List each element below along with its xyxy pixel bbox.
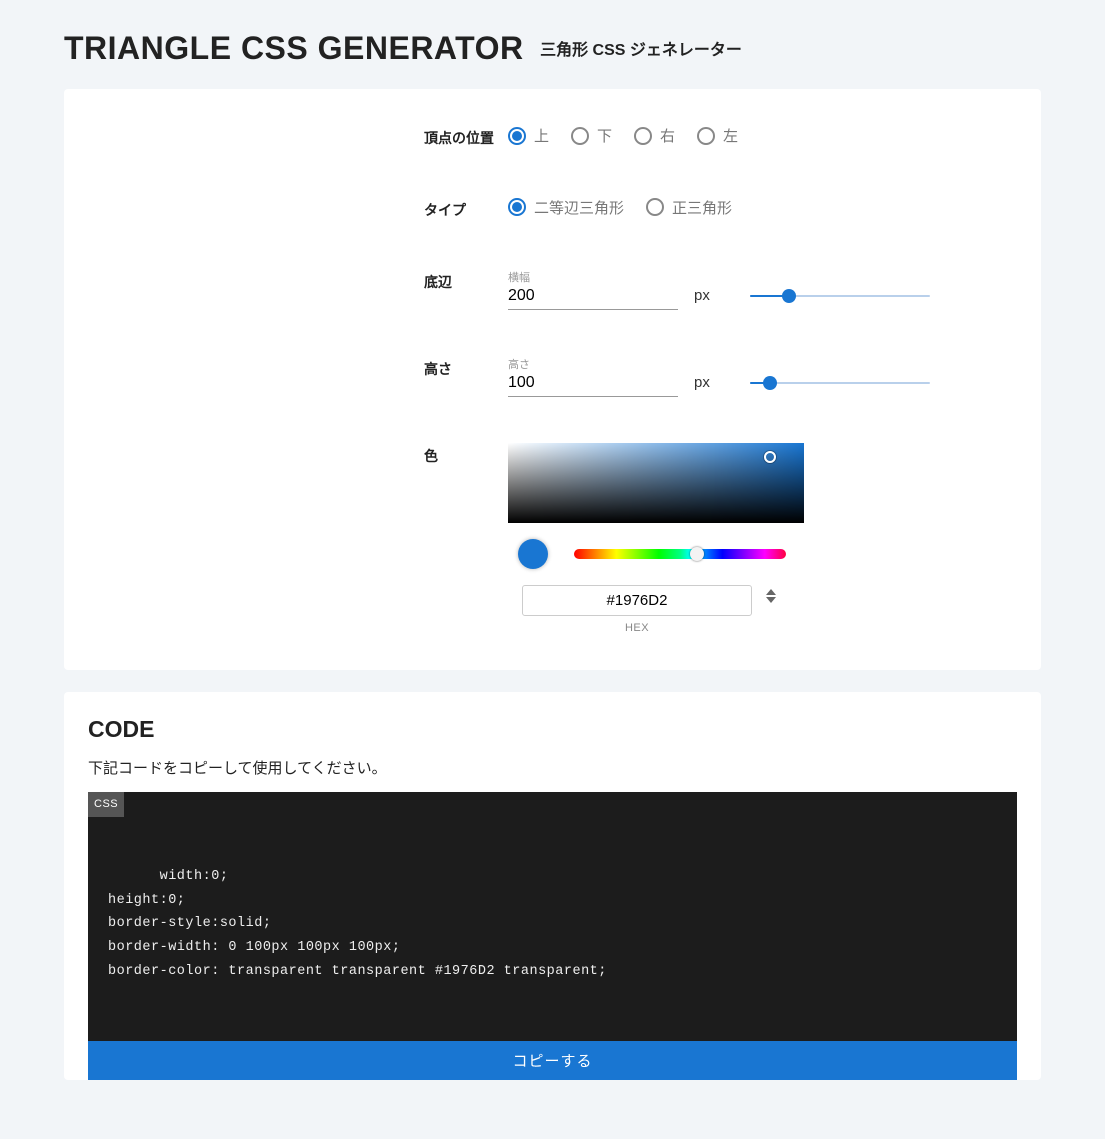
height-field-label: 高さ xyxy=(508,356,678,372)
radio-label: 上 xyxy=(534,125,549,146)
row-color: 色 HEX xyxy=(424,443,1001,634)
hex-input[interactable] xyxy=(522,585,752,616)
chevron-up-icon xyxy=(766,589,776,595)
radio-label: 左 xyxy=(723,125,738,146)
hex-label: HEX xyxy=(625,622,649,634)
vertex-radio-left[interactable]: 左 xyxy=(697,125,738,146)
height-slider[interactable] xyxy=(750,375,930,391)
type-radio-isosceles[interactable]: 二等辺三角形 xyxy=(508,197,624,218)
base-label: 底辺 xyxy=(424,269,508,295)
radio-icon xyxy=(697,127,715,145)
base-slider[interactable] xyxy=(750,288,930,304)
base-width-input[interactable] xyxy=(508,285,678,310)
sv-cursor[interactable] xyxy=(764,451,776,463)
slider-thumb[interactable] xyxy=(782,289,796,303)
hue-slider[interactable] xyxy=(574,549,786,559)
code-lang-badge: CSS xyxy=(88,792,124,817)
radio-label: 二等辺三角形 xyxy=(534,197,624,218)
row-type: タイプ 二等辺三角形 正三角形 xyxy=(424,197,1001,223)
radio-icon xyxy=(646,198,664,216)
color-swatch xyxy=(518,539,548,569)
vertex-radio-down[interactable]: 下 xyxy=(571,125,612,146)
code-description: 下記コードをコピーして使用してください。 xyxy=(88,757,1017,778)
base-unit: px xyxy=(694,287,710,304)
page-title: TRIANGLE CSS GENERATOR xyxy=(64,30,524,67)
vertex-radio-right[interactable]: 右 xyxy=(634,125,675,146)
color-label: 色 xyxy=(424,443,508,469)
code-content: width:0; height:0; border-style:solid; b… xyxy=(108,869,607,979)
radio-icon xyxy=(508,127,526,145)
row-base: 底辺 横幅 px xyxy=(424,269,1001,310)
row-height: 高さ 高さ px xyxy=(424,356,1001,397)
height-unit: px xyxy=(694,374,710,391)
height-field: 高さ xyxy=(508,356,678,397)
type-radio-equilateral[interactable]: 正三角形 xyxy=(646,197,732,218)
radio-label: 下 xyxy=(597,125,612,146)
vertex-label: 頂点の位置 xyxy=(424,125,508,151)
copy-button[interactable]: コピーする xyxy=(88,1041,1017,1080)
radio-label: 右 xyxy=(660,125,675,146)
base-width-field: 横幅 xyxy=(508,269,678,310)
code-block[interactable]: CSS width:0; height:0; border-style:solid… xyxy=(88,792,1017,1041)
vertex-radio-up[interactable]: 上 xyxy=(508,125,549,146)
height-label: 高さ xyxy=(424,356,508,382)
slider-thumb[interactable] xyxy=(763,376,777,390)
radio-icon xyxy=(571,127,589,145)
row-vertex: 頂点の位置 上 下 右 xyxy=(424,125,1001,151)
color-format-stepper[interactable] xyxy=(766,585,776,603)
slider-track xyxy=(750,382,930,384)
height-input[interactable] xyxy=(508,372,678,397)
chevron-down-icon xyxy=(766,597,776,603)
saturation-value-panel[interactable] xyxy=(508,443,804,523)
base-field-label: 横幅 xyxy=(508,269,678,285)
generator-panel: 頂点の位置 上 下 右 xyxy=(64,89,1041,670)
hue-thumb[interactable] xyxy=(690,547,704,561)
radio-icon xyxy=(508,198,526,216)
code-panel: CODE 下記コードをコピーして使用してください。 CSS width:0; he… xyxy=(64,692,1041,1080)
radio-icon xyxy=(634,127,652,145)
radio-label: 正三角形 xyxy=(672,197,732,218)
code-title: CODE xyxy=(88,716,1017,743)
type-label: タイプ xyxy=(424,197,508,223)
page-subtitle: 三角形 CSS ジェネレーター xyxy=(540,36,742,60)
